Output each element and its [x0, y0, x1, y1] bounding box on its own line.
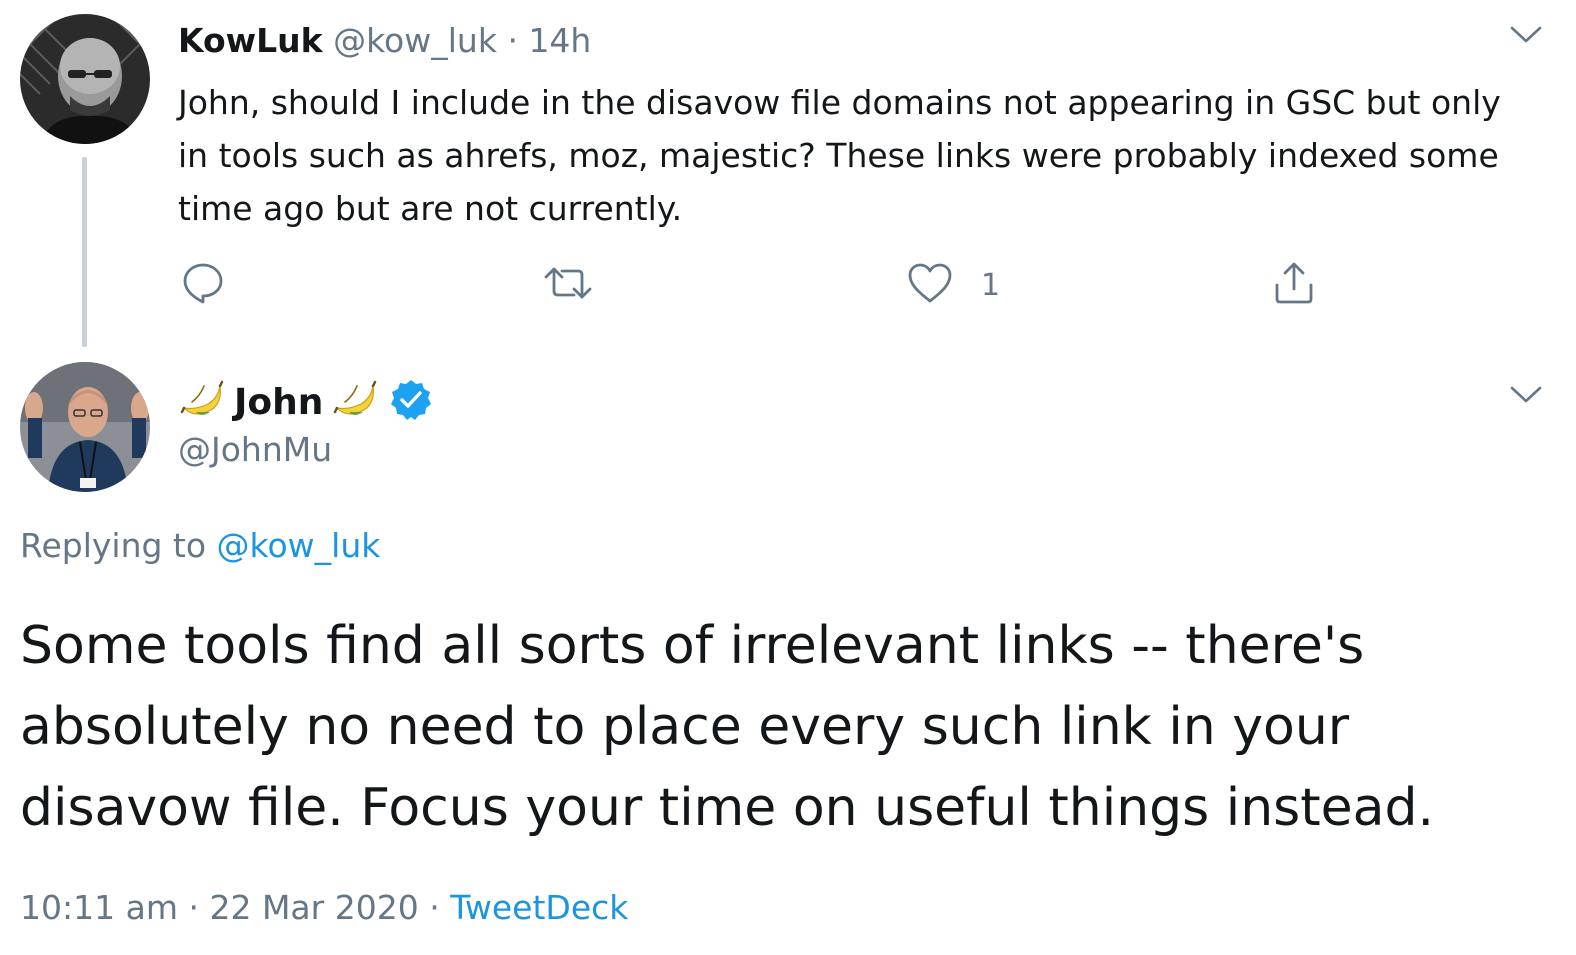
like-button[interactable]: 1: [907, 260, 1000, 310]
tweet-thread: KowLuk @kow_luk · 14h John, should I inc…: [0, 0, 1576, 955]
retweet-button[interactable]: [542, 260, 594, 310]
reply-display-name[interactable]: John: [234, 382, 323, 423]
banana-icon: [331, 378, 379, 426]
verified-badge-icon: [389, 378, 433, 426]
parent-handle[interactable]: @kow_luk: [333, 21, 497, 60]
share-button[interactable]: [1272, 260, 1316, 310]
tweet-time[interactable]: 10:11 am: [20, 888, 178, 927]
parent-tweet-text: John, should I include in the disavow fi…: [178, 83, 1501, 228]
thread-connector-line: [82, 157, 87, 347]
like-count: 1: [981, 267, 1001, 303]
tweet-date[interactable]: 22 Mar 2020: [209, 888, 418, 927]
header-separator: ·: [507, 21, 518, 60]
parent-tweet-header: KowLuk @kow_luk · 14h: [178, 18, 591, 64]
meta-separator: ·: [429, 888, 440, 927]
replying-to-line: Replying to @kow_luk: [20, 526, 380, 565]
parent-time[interactable]: 14h: [528, 21, 591, 60]
parent-action-bar: 1: [0, 260, 1576, 310]
meta-separator: ·: [188, 888, 199, 927]
reply-button[interactable]: [181, 260, 225, 310]
chevron-down-icon[interactable]: [1508, 22, 1544, 46]
replying-to-label: Replying to: [20, 526, 207, 565]
banana-icon: [178, 378, 226, 426]
reply-icon: [181, 261, 225, 309]
like-icon: [907, 261, 953, 309]
replying-to-link[interactable]: @kow_luk: [217, 526, 381, 565]
reply-tweet-text: Some tools find all sorts of irrelevant …: [20, 616, 1435, 838]
reply-name-row[interactable]: John: [178, 376, 433, 428]
chevron-down-icon[interactable]: [1508, 382, 1544, 406]
tweet-source[interactable]: TweetDeck: [450, 888, 628, 927]
avatar-johnmu[interactable]: [20, 362, 150, 492]
share-icon: [1272, 261, 1316, 309]
retweet-icon: [542, 261, 594, 309]
tweet-meta: 10:11 am · 22 Mar 2020 · TweetDeck: [20, 888, 628, 927]
avatar-kowluk[interactable]: [20, 14, 150, 144]
reply-handle[interactable]: @JohnMu: [178, 430, 332, 469]
parent-display-name[interactable]: KowLuk: [178, 21, 323, 60]
